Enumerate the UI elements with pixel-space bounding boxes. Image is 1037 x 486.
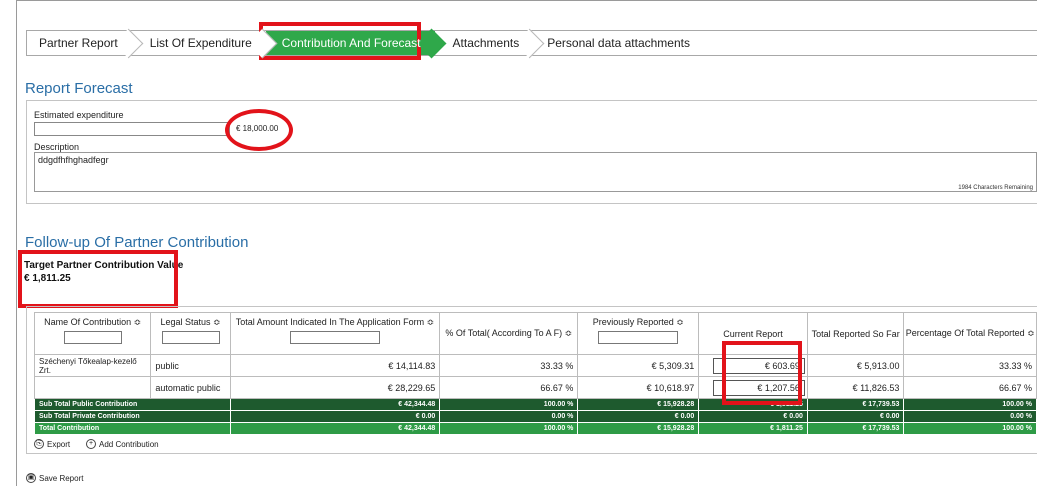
- col-header-legal[interactable]: Legal Status ≎: [150, 312, 231, 355]
- cell-current: € 1,811.25: [698, 398, 808, 411]
- cell-pct-reported: 0.00 %: [903, 410, 1037, 423]
- tab-list-of-expenditure[interactable]: List Of Expenditure: [132, 31, 266, 55]
- cell-current: € 603.69: [698, 354, 808, 377]
- cell-legal: automatic public: [150, 376, 231, 399]
- description-label: Description: [34, 142, 80, 152]
- save-report-button[interactable]: ▣ Save Report: [26, 473, 83, 483]
- tab-label: List Of Expenditure: [149, 36, 252, 50]
- estimated-expenditure-value: € 18,000.00: [236, 124, 279, 133]
- col-header-total-so-far: Total Reported So Far: [806, 312, 905, 355]
- cell-total-app: € 28,229.65: [229, 376, 441, 399]
- contribution-table: Name Of Contribution ≎ Legal Status ≎ To…: [33, 312, 1037, 435]
- tab-label: Partner Report: [39, 36, 118, 50]
- col-header-name[interactable]: Name Of Contribution ≎: [33, 312, 152, 355]
- cell-current: € 0.00: [698, 410, 808, 423]
- cell-prev: € 10,618.97: [577, 376, 700, 399]
- prev-filter-input[interactable]: [598, 331, 679, 344]
- cell-total-app: € 0.00: [229, 410, 441, 423]
- section-title-report-forecast: Report Forecast: [25, 80, 133, 97]
- cell-total-app: € 14,114.83: [229, 354, 441, 377]
- tab-contribution-and-forecast[interactable]: Contribution And Forecast: [265, 31, 435, 55]
- tab-personal-data-attachments[interactable]: Personal data attachments: [533, 31, 704, 55]
- table-row: Széchenyi Tőkealap-kezelő Zrt. public € …: [33, 354, 1037, 377]
- estimated-expenditure-label: Estimated expenditure: [34, 110, 124, 120]
- cell-pct-total: 33.33 %: [439, 354, 579, 377]
- breadcrumb-tabs: Partner Report List Of Expenditure Contr…: [26, 30, 1037, 56]
- cell-pct-reported: 100.00 %: [903, 422, 1037, 435]
- tab-label: Personal data attachments: [547, 36, 690, 50]
- cell-total-so-far: € 5,913.00: [806, 354, 905, 377]
- tab-attachments[interactable]: Attachments: [435, 31, 534, 55]
- save-icon: ▣: [26, 473, 36, 483]
- subtotal-private-row: Sub Total Private Contribution € 0.00 0.…: [34, 410, 1037, 423]
- plus-icon: +: [86, 439, 96, 449]
- cell-name: [33, 376, 152, 399]
- save-report-label: Save Report: [39, 473, 84, 483]
- cell-name: Széchenyi Tőkealap-kezelő Zrt.: [33, 354, 152, 377]
- table-row: automatic public € 28,229.65 66.67 % € 1…: [33, 376, 1037, 399]
- table-header-row: Name Of Contribution ≎ Legal Status ≎ To…: [33, 312, 1037, 355]
- subtotal-public-row: Sub Total Public Contribution € 42,344.4…: [34, 398, 1037, 411]
- col-header-label: Previously Reported ≎: [592, 317, 684, 327]
- col-header-label: Percentage Of Total Reported ≎: [905, 328, 1035, 338]
- export-label: Export: [47, 439, 71, 449]
- col-header-label: Current Report: [723, 328, 783, 339]
- export-icon: ⎘: [34, 439, 44, 449]
- total-row: Total Contribution € 42,344.48 100.00 % …: [34, 422, 1037, 435]
- col-header-pct-total[interactable]: % Of Total( According To A F) ≎: [439, 312, 579, 355]
- cell-pct-total: 100.00 %: [439, 422, 579, 435]
- col-header-label: Legal Status ≎: [160, 317, 221, 327]
- col-header-total-app[interactable]: Total Amount Indicated In The Applicatio…: [229, 312, 441, 355]
- cell-pct-total: 100.00 %: [439, 398, 579, 411]
- cell-total-so-far: € 17,739.53: [806, 398, 905, 411]
- subtotal-public-label: Sub Total Public Contribution: [34, 398, 231, 411]
- description-textarea[interactable]: ddgdfhfhghadfegr: [34, 152, 1037, 192]
- cell-total-app: € 42,344.48: [229, 422, 441, 435]
- cell-pct-reported: 33.33 %: [903, 354, 1037, 377]
- col-header-label: Total Reported So Far: [811, 328, 900, 339]
- cell-total-so-far: € 17,739.53: [806, 422, 905, 435]
- total-label: Total Contribution: [34, 422, 231, 435]
- target-contribution-label: Target Partner Contribution Value: [24, 260, 184, 271]
- col-header-label: Total Amount Indicated In The Applicatio…: [235, 317, 435, 327]
- subtotal-private-label: Sub Total Private Contribution: [34, 410, 231, 423]
- col-header-label: % Of Total( According To A F) ≎: [445, 328, 573, 338]
- current-report-input[interactable]: € 603.69: [712, 357, 805, 374]
- target-contribution-value: € 1,811.25: [24, 273, 71, 284]
- col-header-label: Name Of Contribution ≎: [44, 317, 142, 327]
- cell-pct-total: 66.67 %: [439, 376, 579, 399]
- col-header-prev[interactable]: Previously Reported ≎: [577, 312, 700, 355]
- cell-pct-total: 0.00 %: [439, 410, 579, 423]
- export-button[interactable]: ⎘ Export: [34, 439, 70, 449]
- col-header-current: Current Report: [698, 312, 808, 355]
- add-contribution-label: Add Contribution: [99, 439, 159, 449]
- tab-partner-report[interactable]: Partner Report: [27, 31, 132, 55]
- cell-current: € 1,207.56: [698, 376, 808, 399]
- characters-remaining: 1984 Characters Remaining: [958, 185, 1033, 191]
- cell-prev: € 15,928.28: [577, 422, 700, 435]
- add-contribution-button[interactable]: + Add Contribution: [86, 439, 159, 449]
- estimated-expenditure-input[interactable]: [34, 122, 230, 136]
- cell-current: € 1,811.25: [698, 422, 808, 435]
- total-app-filter-input[interactable]: [289, 331, 380, 344]
- name-filter-input[interactable]: [63, 331, 122, 344]
- cell-prev: € 15,928.28: [577, 398, 700, 411]
- col-header-pct-reported[interactable]: Percentage Of Total Reported ≎: [903, 312, 1037, 355]
- cell-legal: public: [150, 354, 231, 377]
- tab-label: Attachments: [452, 36, 520, 50]
- cell-total-app: € 42,344.48: [229, 398, 441, 411]
- cell-pct-reported: 100.00 %: [903, 398, 1037, 411]
- cell-prev: € 5,309.31: [577, 354, 700, 377]
- section-title-followup: Follow-up Of Partner Contribution: [25, 234, 249, 251]
- cell-prev: € 0.00: [577, 410, 700, 423]
- cell-total-so-far: € 0.00: [806, 410, 905, 423]
- cell-pct-reported: 66.67 %: [903, 376, 1037, 399]
- cell-total-so-far: € 11,826.53: [806, 376, 905, 399]
- tabs-spacer: [704, 31, 1037, 55]
- tab-label: Contribution And Forecast: [281, 36, 421, 50]
- legal-filter-input[interactable]: [161, 331, 220, 344]
- current-report-input[interactable]: € 1,207.56: [712, 379, 805, 396]
